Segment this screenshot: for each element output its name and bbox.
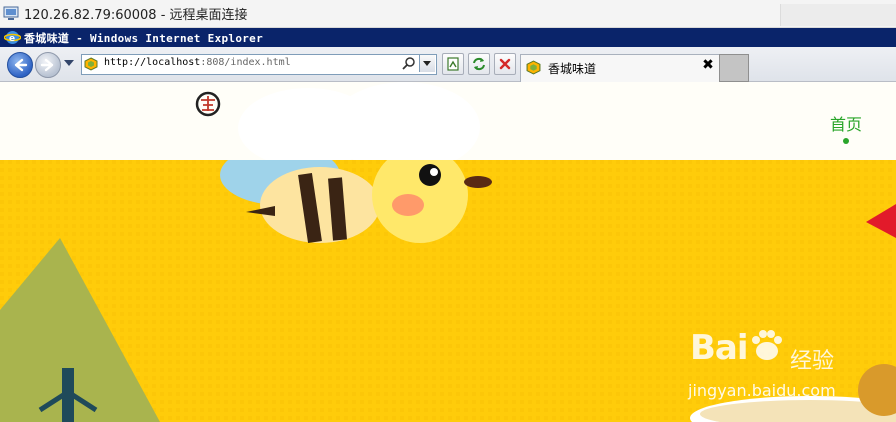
paw-icon [751,330,782,360]
back-button[interactable] [7,52,33,78]
tab-favicon-icon [526,60,541,75]
compatibility-view-button[interactable] [442,53,464,75]
site-header [0,82,896,172]
back-arrow-icon [14,58,28,72]
internet-explorer-icon: e [4,31,21,44]
remote-desktop-title: 120.26.82.79:60008 - 远程桌面连接 [24,8,248,23]
baidu-watermark-logo: Bai [690,328,786,368]
remote-desktop-titlebar: 120.26.82.79:60008 - 远程桌面连接 [0,0,896,28]
address-url-host: http://localhost [104,57,201,68]
address-dropdown-button[interactable] [419,55,435,72]
chevron-down-icon [423,61,431,66]
svg-text:e: e [9,34,15,44]
refresh-button[interactable] [468,53,490,75]
refresh-icon [473,57,485,71]
forward-button[interactable] [35,52,61,78]
active-nav-indicator [843,138,849,144]
forward-arrow-icon [40,58,54,72]
compatibility-view-icon [447,57,459,71]
cloud-decoration [330,82,480,172]
background-window [780,4,896,26]
address-url[interactable]: http://localhost:808/index.html [104,57,291,68]
site-favicon-icon [84,57,98,71]
site-logo[interactable] [195,91,221,117]
nav-home-link[interactable]: 首页 [830,111,862,135]
address-url-path: :808/index.html [200,57,291,68]
tab-label[interactable]: 香城味道 [548,60,596,77]
new-tab-button[interactable] [719,54,749,82]
recent-pages-dropdown-icon[interactable] [64,60,74,66]
stop-icon [499,58,511,70]
baidu-watermark-url: jingyan.baidu.com [688,381,836,400]
search-icon[interactable] [402,56,416,70]
baidu-watermark-brand: Bai [690,328,749,368]
close-tab-icon[interactable]: ✖ [701,57,715,73]
ie-window-title: 香城味道 - Windows Internet Explorer [24,32,264,45]
baidu-watermark-suffix: 经验 [790,349,835,374]
remote-desktop-icon [3,6,19,20]
stop-button[interactable] [494,53,516,75]
